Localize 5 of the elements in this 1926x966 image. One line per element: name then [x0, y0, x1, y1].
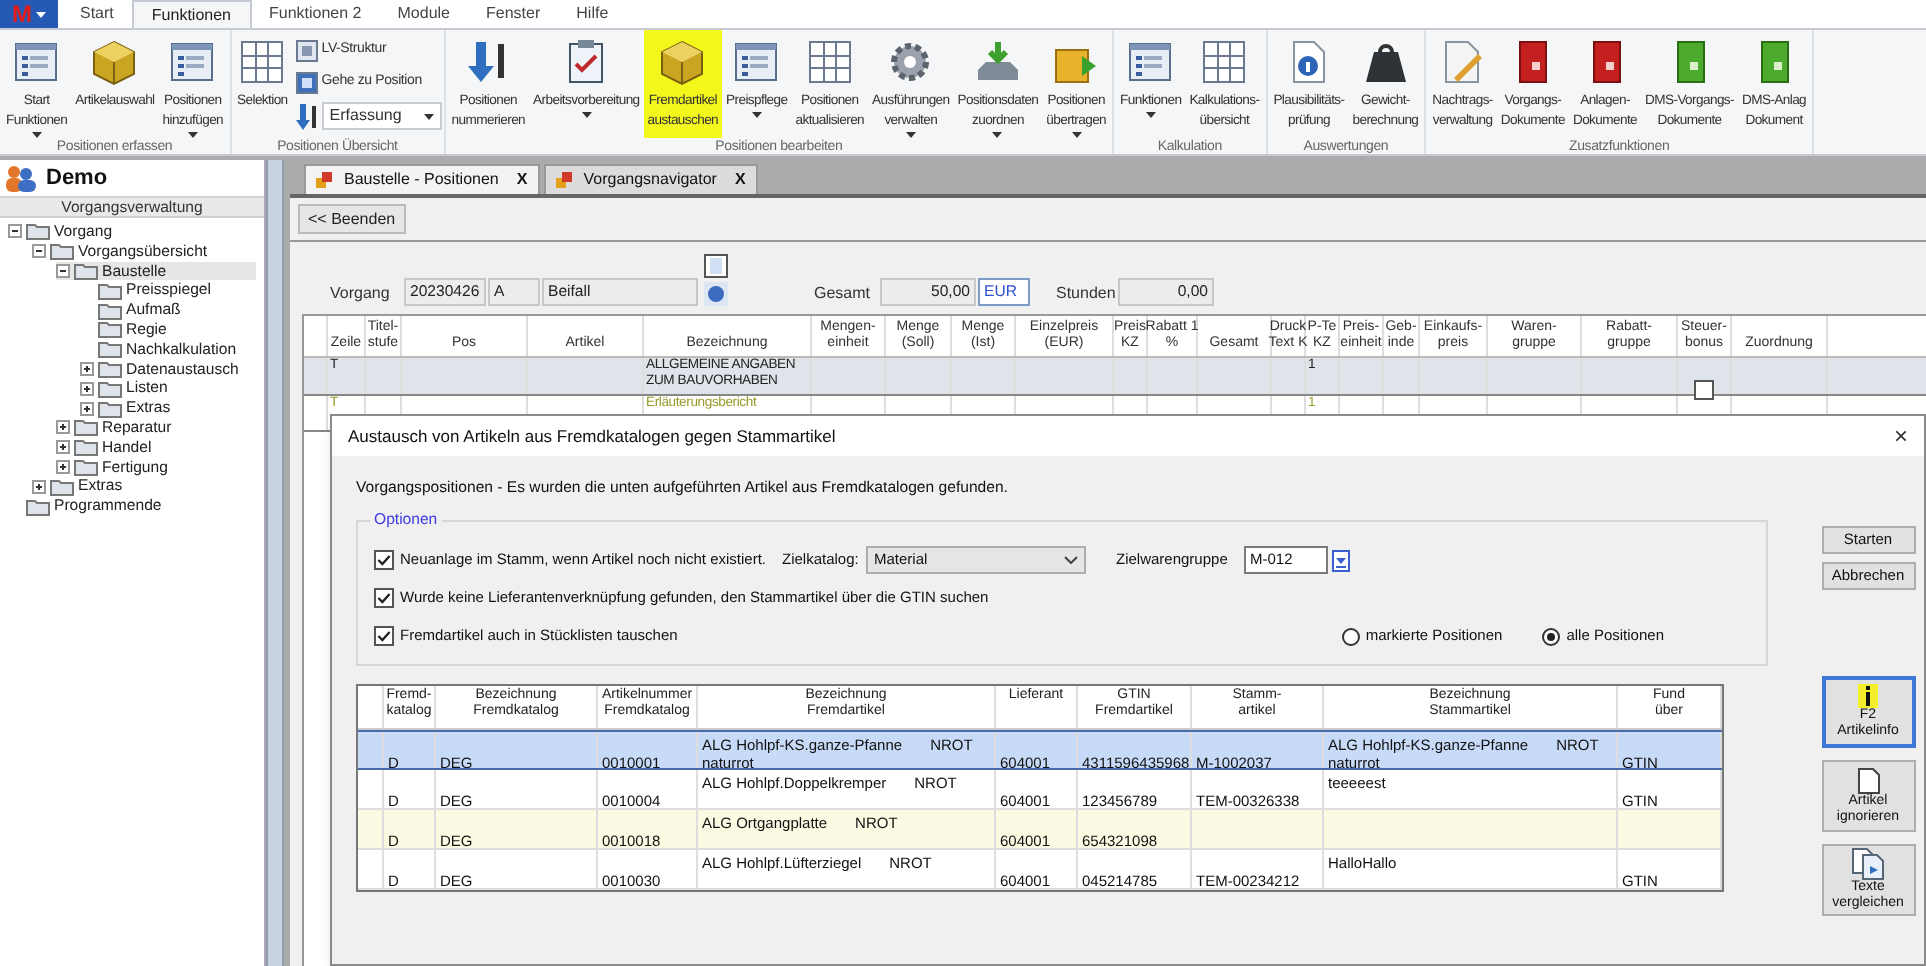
dialog-title: Austausch von Artikeln aus Fremdkatalogen gegen Stammartikel	[348, 423, 836, 449]
field-label: Stunden	[1056, 282, 1116, 306]
field-label: Gesamt	[814, 282, 873, 306]
sidebar-title: Demo	[46, 163, 108, 194]
field-label: Vorgang	[330, 282, 392, 306]
